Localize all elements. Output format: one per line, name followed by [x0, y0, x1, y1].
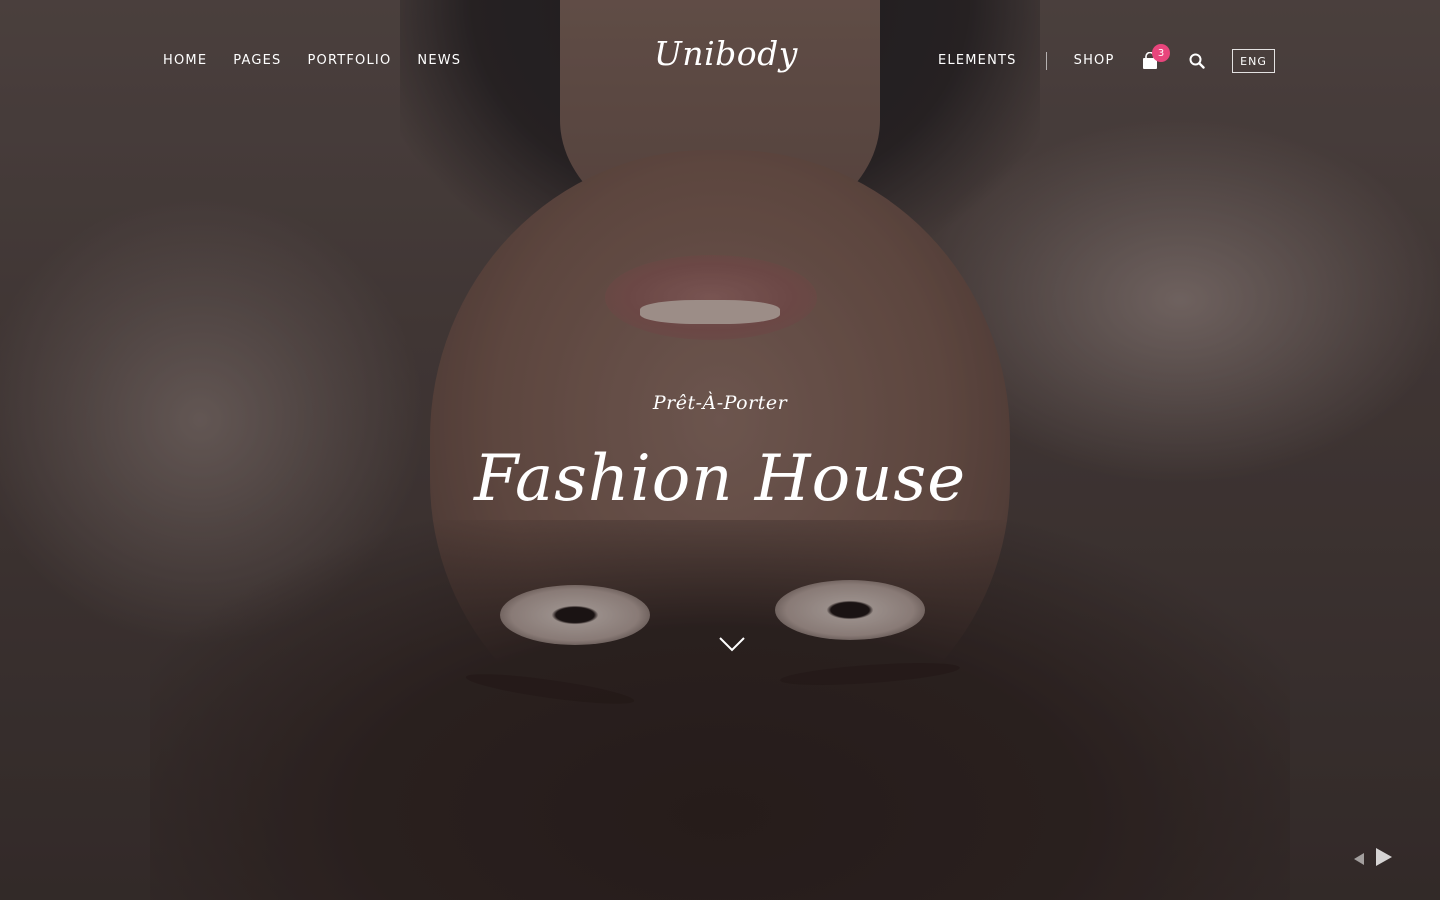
language-label: ENG	[1240, 54, 1267, 68]
triangle-right-icon[interactable]	[1376, 848, 1392, 870]
slider-controls	[1354, 848, 1392, 870]
nav-item-portfolio[interactable]: PORTFOLIO	[307, 52, 391, 70]
site-logo[interactable]: Unibody	[654, 34, 797, 100]
chevron-down-icon[interactable]	[718, 634, 746, 654]
cart-count-badge: 3	[1152, 44, 1170, 62]
nav-item-shop[interactable]: SHOP	[1074, 52, 1115, 70]
hero-title: Fashion House	[473, 442, 967, 516]
primary-nav-right: ELEMENTS SHOP	[938, 52, 1115, 70]
triangle-left-icon[interactable]	[1354, 850, 1364, 869]
nav-item-news[interactable]: NEWS	[417, 52, 461, 70]
hero-subtitle: Prêt-À-Porter	[652, 392, 788, 414]
search-icon[interactable]	[1189, 53, 1205, 69]
primary-nav-left: HOME PAGES PORTFOLIO NEWS	[163, 52, 461, 70]
nav-item-pages[interactable]: PAGES	[233, 52, 281, 70]
nav-divider	[1045, 52, 1047, 70]
nav-item-elements[interactable]: ELEMENTS	[938, 52, 1017, 70]
nav-item-home[interactable]: HOME	[163, 52, 207, 70]
language-switcher[interactable]: ENG	[1232, 49, 1275, 73]
logo-text: Unibody	[654, 34, 798, 73]
